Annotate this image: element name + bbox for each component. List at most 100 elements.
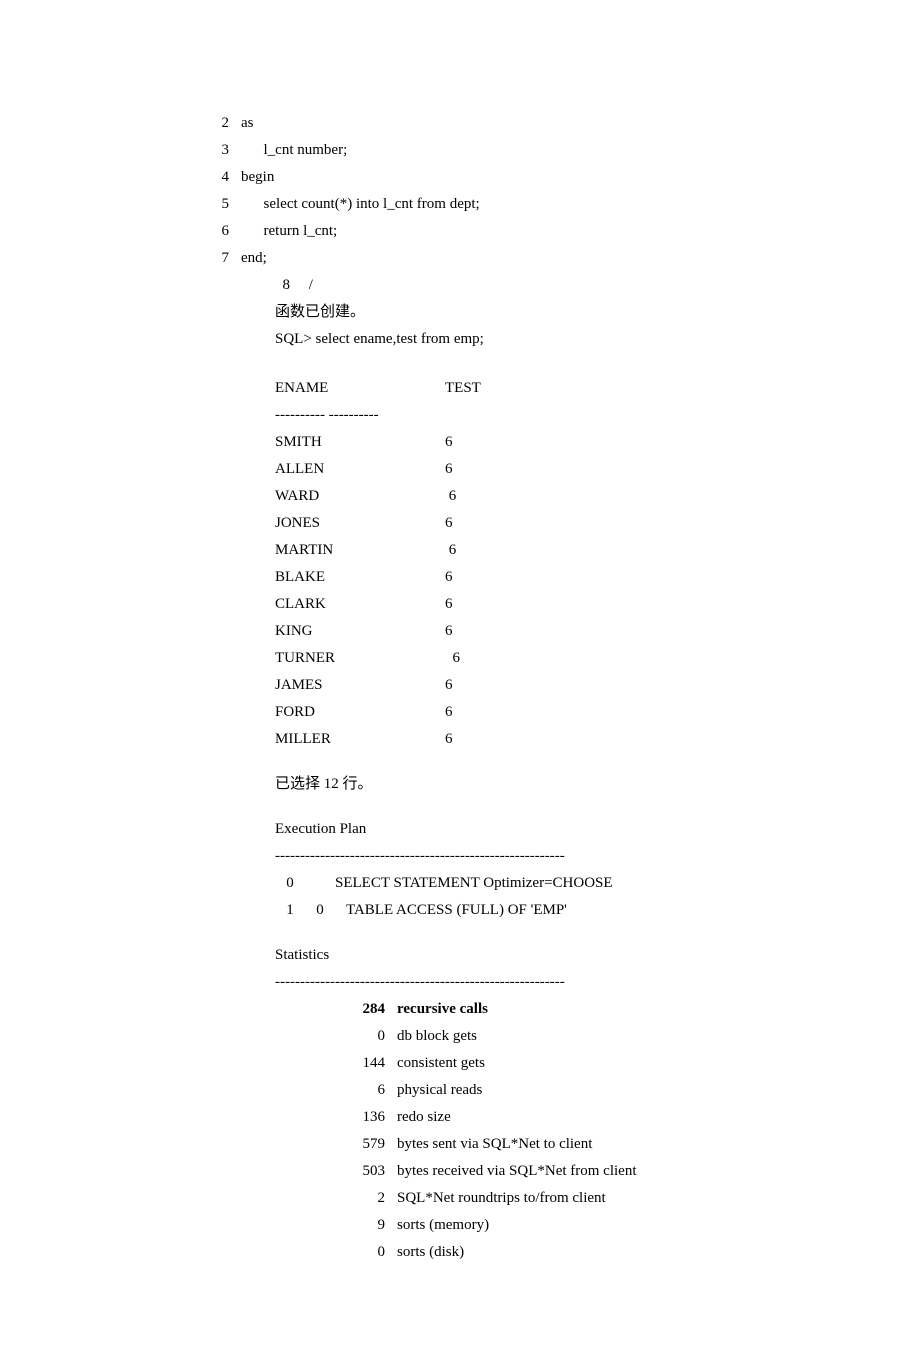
- statistics-title: Statistics: [275, 942, 800, 969]
- table-row: MILLER6: [275, 726, 800, 753]
- line-number: 5: [205, 191, 229, 218]
- statistics-section: Statistics -----------------------------…: [275, 942, 800, 1266]
- stat-value: 144: [275, 1050, 385, 1077]
- line-number: 4: [205, 164, 229, 191]
- table-row: JAMES6: [275, 672, 800, 699]
- cell-ename: SMITH: [275, 429, 445, 456]
- table-row: FORD6: [275, 699, 800, 726]
- cell-test: 6: [445, 618, 453, 645]
- cell-ename: JONES: [275, 510, 445, 537]
- cell-ename: WARD: [275, 483, 445, 510]
- statistics-row: 144 consistent gets: [275, 1050, 800, 1077]
- stat-value: 9: [275, 1212, 385, 1239]
- table-row: BLAKE6: [275, 564, 800, 591]
- table-row: CLARK6: [275, 591, 800, 618]
- line-number: 3: [205, 137, 229, 164]
- cell-ename: MILLER: [275, 726, 445, 753]
- line-text: select count(*) into l_cnt from dept;: [241, 191, 480, 218]
- cell-test: 6: [445, 726, 453, 753]
- cell-test: 6: [445, 537, 456, 564]
- cell-ename: BLAKE: [275, 564, 445, 591]
- statistics-row: 6 physical reads: [275, 1077, 800, 1104]
- document-page: 2 as 3 l_cnt number; 4 begin 5 select co…: [0, 0, 920, 1346]
- statistics-row: 0 db block gets: [275, 1023, 800, 1050]
- cell-ename: MARTIN: [275, 537, 445, 564]
- code-line: 7 end;: [205, 245, 800, 272]
- cell-test: 6: [445, 483, 456, 510]
- function-created-message: 函数已创建。: [275, 299, 800, 326]
- table-row: ALLEN6: [275, 456, 800, 483]
- stat-label: bytes sent via SQL*Net to client: [397, 1131, 592, 1158]
- table-row: MARTIN 6: [275, 537, 800, 564]
- stat-label: recursive calls: [397, 996, 488, 1023]
- stat-value: 0: [275, 1023, 385, 1050]
- cell-ename: JAMES: [275, 672, 445, 699]
- statistics-row: 9sorts (memory): [275, 1212, 800, 1239]
- cell-test: 6: [445, 456, 453, 483]
- line-text: as: [241, 110, 254, 137]
- post-code-block: 8 / 函数已创建。 SQL> select ename,test from e…: [275, 272, 800, 353]
- stat-label: bytes received via SQL*Net from client: [397, 1158, 637, 1185]
- cell-test: 6: [445, 645, 460, 672]
- statistics-row: 503bytes received via SQL*Net from clien…: [275, 1158, 800, 1185]
- stat-label: SQL*Net roundtrips to/from client: [397, 1185, 606, 1212]
- line-number: 6: [205, 218, 229, 245]
- table-row: JONES6: [275, 510, 800, 537]
- cell-ename: ALLEN: [275, 456, 445, 483]
- plsql-code-block: 2 as 3 l_cnt number; 4 begin 5 select co…: [275, 110, 800, 272]
- sql-prompt-line: SQL> select ename,test from emp;: [275, 326, 800, 353]
- statistics-row: 2 SQL*Net roundtrips to/from client: [275, 1185, 800, 1212]
- table-divider: ---------- ----------: [275, 402, 800, 429]
- cell-test: 6: [445, 429, 453, 456]
- stat-value: 579: [275, 1131, 385, 1158]
- header-test: TEST: [445, 375, 481, 402]
- stat-value: 284: [275, 996, 385, 1023]
- header-ename: ENAME: [275, 375, 445, 402]
- table-row: SMITH6: [275, 429, 800, 456]
- line-text: begin: [241, 164, 274, 191]
- stat-label: sorts (disk): [397, 1239, 464, 1266]
- statistics-divider: ----------------------------------------…: [275, 969, 800, 996]
- table-row: TURNER 6: [275, 645, 800, 672]
- code-line: 6 return l_cnt;: [205, 218, 800, 245]
- line-text: end;: [241, 245, 267, 272]
- cell-test: 6: [445, 564, 453, 591]
- code-line: 5 select count(*) into l_cnt from dept;: [205, 191, 800, 218]
- execution-plan-line: 1 0 TABLE ACCESS (FULL) OF 'EMP': [275, 897, 800, 924]
- cell-ename: TURNER: [275, 645, 445, 672]
- statistics-row: 579 bytes sent via SQL*Net to client: [275, 1131, 800, 1158]
- table-header-row: ENAME TEST: [275, 375, 800, 402]
- cell-test: 6: [445, 672, 453, 699]
- stat-label: db block gets: [397, 1023, 477, 1050]
- stat-label: redo size: [397, 1104, 451, 1131]
- statistics-row: 0 sorts (disk): [275, 1239, 800, 1266]
- cell-test: 6: [445, 591, 453, 618]
- statistics-row: 284 recursive calls: [275, 996, 800, 1023]
- table-row: WARD 6: [275, 483, 800, 510]
- line-number: 7: [205, 245, 229, 272]
- rows-selected-message: 已选择 12 行。: [275, 771, 800, 798]
- code-line: 4 begin: [205, 164, 800, 191]
- execution-plan-divider: ----------------------------------------…: [275, 843, 800, 870]
- result-table: ENAME TEST ---------- ---------- SMITH6 …: [275, 375, 800, 753]
- statistics-row: 136 redo size: [275, 1104, 800, 1131]
- cell-test: 6: [445, 510, 453, 537]
- stat-value: 136: [275, 1104, 385, 1131]
- cell-ename: CLARK: [275, 591, 445, 618]
- stat-value: 0: [275, 1239, 385, 1266]
- table-row: KING6: [275, 618, 800, 645]
- line-text: return l_cnt;: [241, 218, 337, 245]
- stat-label: physical reads: [397, 1077, 482, 1104]
- stat-value: 2: [275, 1185, 385, 1212]
- code-line: 2 as: [205, 110, 800, 137]
- cell-ename: FORD: [275, 699, 445, 726]
- cell-ename: KING: [275, 618, 445, 645]
- stat-value: 6: [275, 1077, 385, 1104]
- execution-plan-section: Execution Plan -------------------------…: [275, 816, 800, 924]
- stat-label: consistent gets: [397, 1050, 485, 1077]
- execution-plan-line: 0 SELECT STATEMENT Optimizer=CHOOSE: [275, 870, 800, 897]
- code-line: 3 l_cnt number;: [205, 137, 800, 164]
- line-number: 2: [205, 110, 229, 137]
- line-text: l_cnt number;: [241, 137, 347, 164]
- execution-plan-title: Execution Plan: [275, 816, 800, 843]
